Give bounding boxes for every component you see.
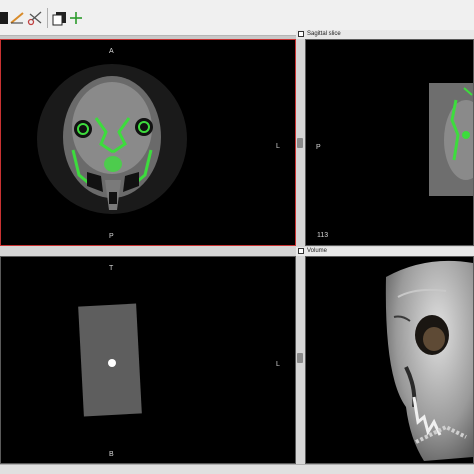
splitter-handle[interactable] bbox=[297, 353, 303, 363]
status-bar bbox=[0, 464, 474, 474]
measure-pen-icon[interactable] bbox=[7, 8, 27, 28]
sagittal-view-title: Sagittal slice bbox=[307, 31, 341, 37]
orientation-label-right: L bbox=[276, 143, 280, 150]
orientation-label-left: P bbox=[316, 144, 321, 151]
coronal-viewport[interactable]: T B L bbox=[0, 256, 296, 464]
sagittal-ct-slice bbox=[429, 83, 473, 196]
orientation-label-right: L bbox=[276, 361, 280, 368]
orientation-label-bottom: P bbox=[109, 233, 114, 240]
slice-number: 113 bbox=[317, 232, 329, 239]
splitter-handle[interactable] bbox=[297, 138, 303, 148]
plus-icon[interactable] bbox=[66, 8, 86, 28]
orientation-label-top: T bbox=[109, 265, 114, 272]
axial-ct-slice bbox=[37, 64, 187, 214]
toolbar-separator bbox=[47, 8, 48, 28]
scissors-icon[interactable] bbox=[25, 8, 45, 28]
restore-icon[interactable] bbox=[298, 31, 304, 37]
orientation-label-top: A bbox=[109, 48, 114, 55]
coronal-ct-slice bbox=[78, 303, 142, 417]
volume-view-title: Volume bbox=[307, 248, 328, 254]
skull-3d-render bbox=[385, 260, 473, 461]
sagittal-view-titlebar: Sagittal slice bbox=[296, 30, 474, 39]
sagittal-viewport[interactable]: P 113 bbox=[305, 39, 474, 246]
volume-view-titlebar: Volume bbox=[296, 247, 474, 256]
volume-viewport[interactable] bbox=[305, 256, 474, 464]
restore-icon[interactable] bbox=[298, 248, 304, 254]
orientation-label-bottom: B bbox=[109, 451, 114, 458]
axial-viewport[interactable]: A P L bbox=[0, 39, 296, 246]
